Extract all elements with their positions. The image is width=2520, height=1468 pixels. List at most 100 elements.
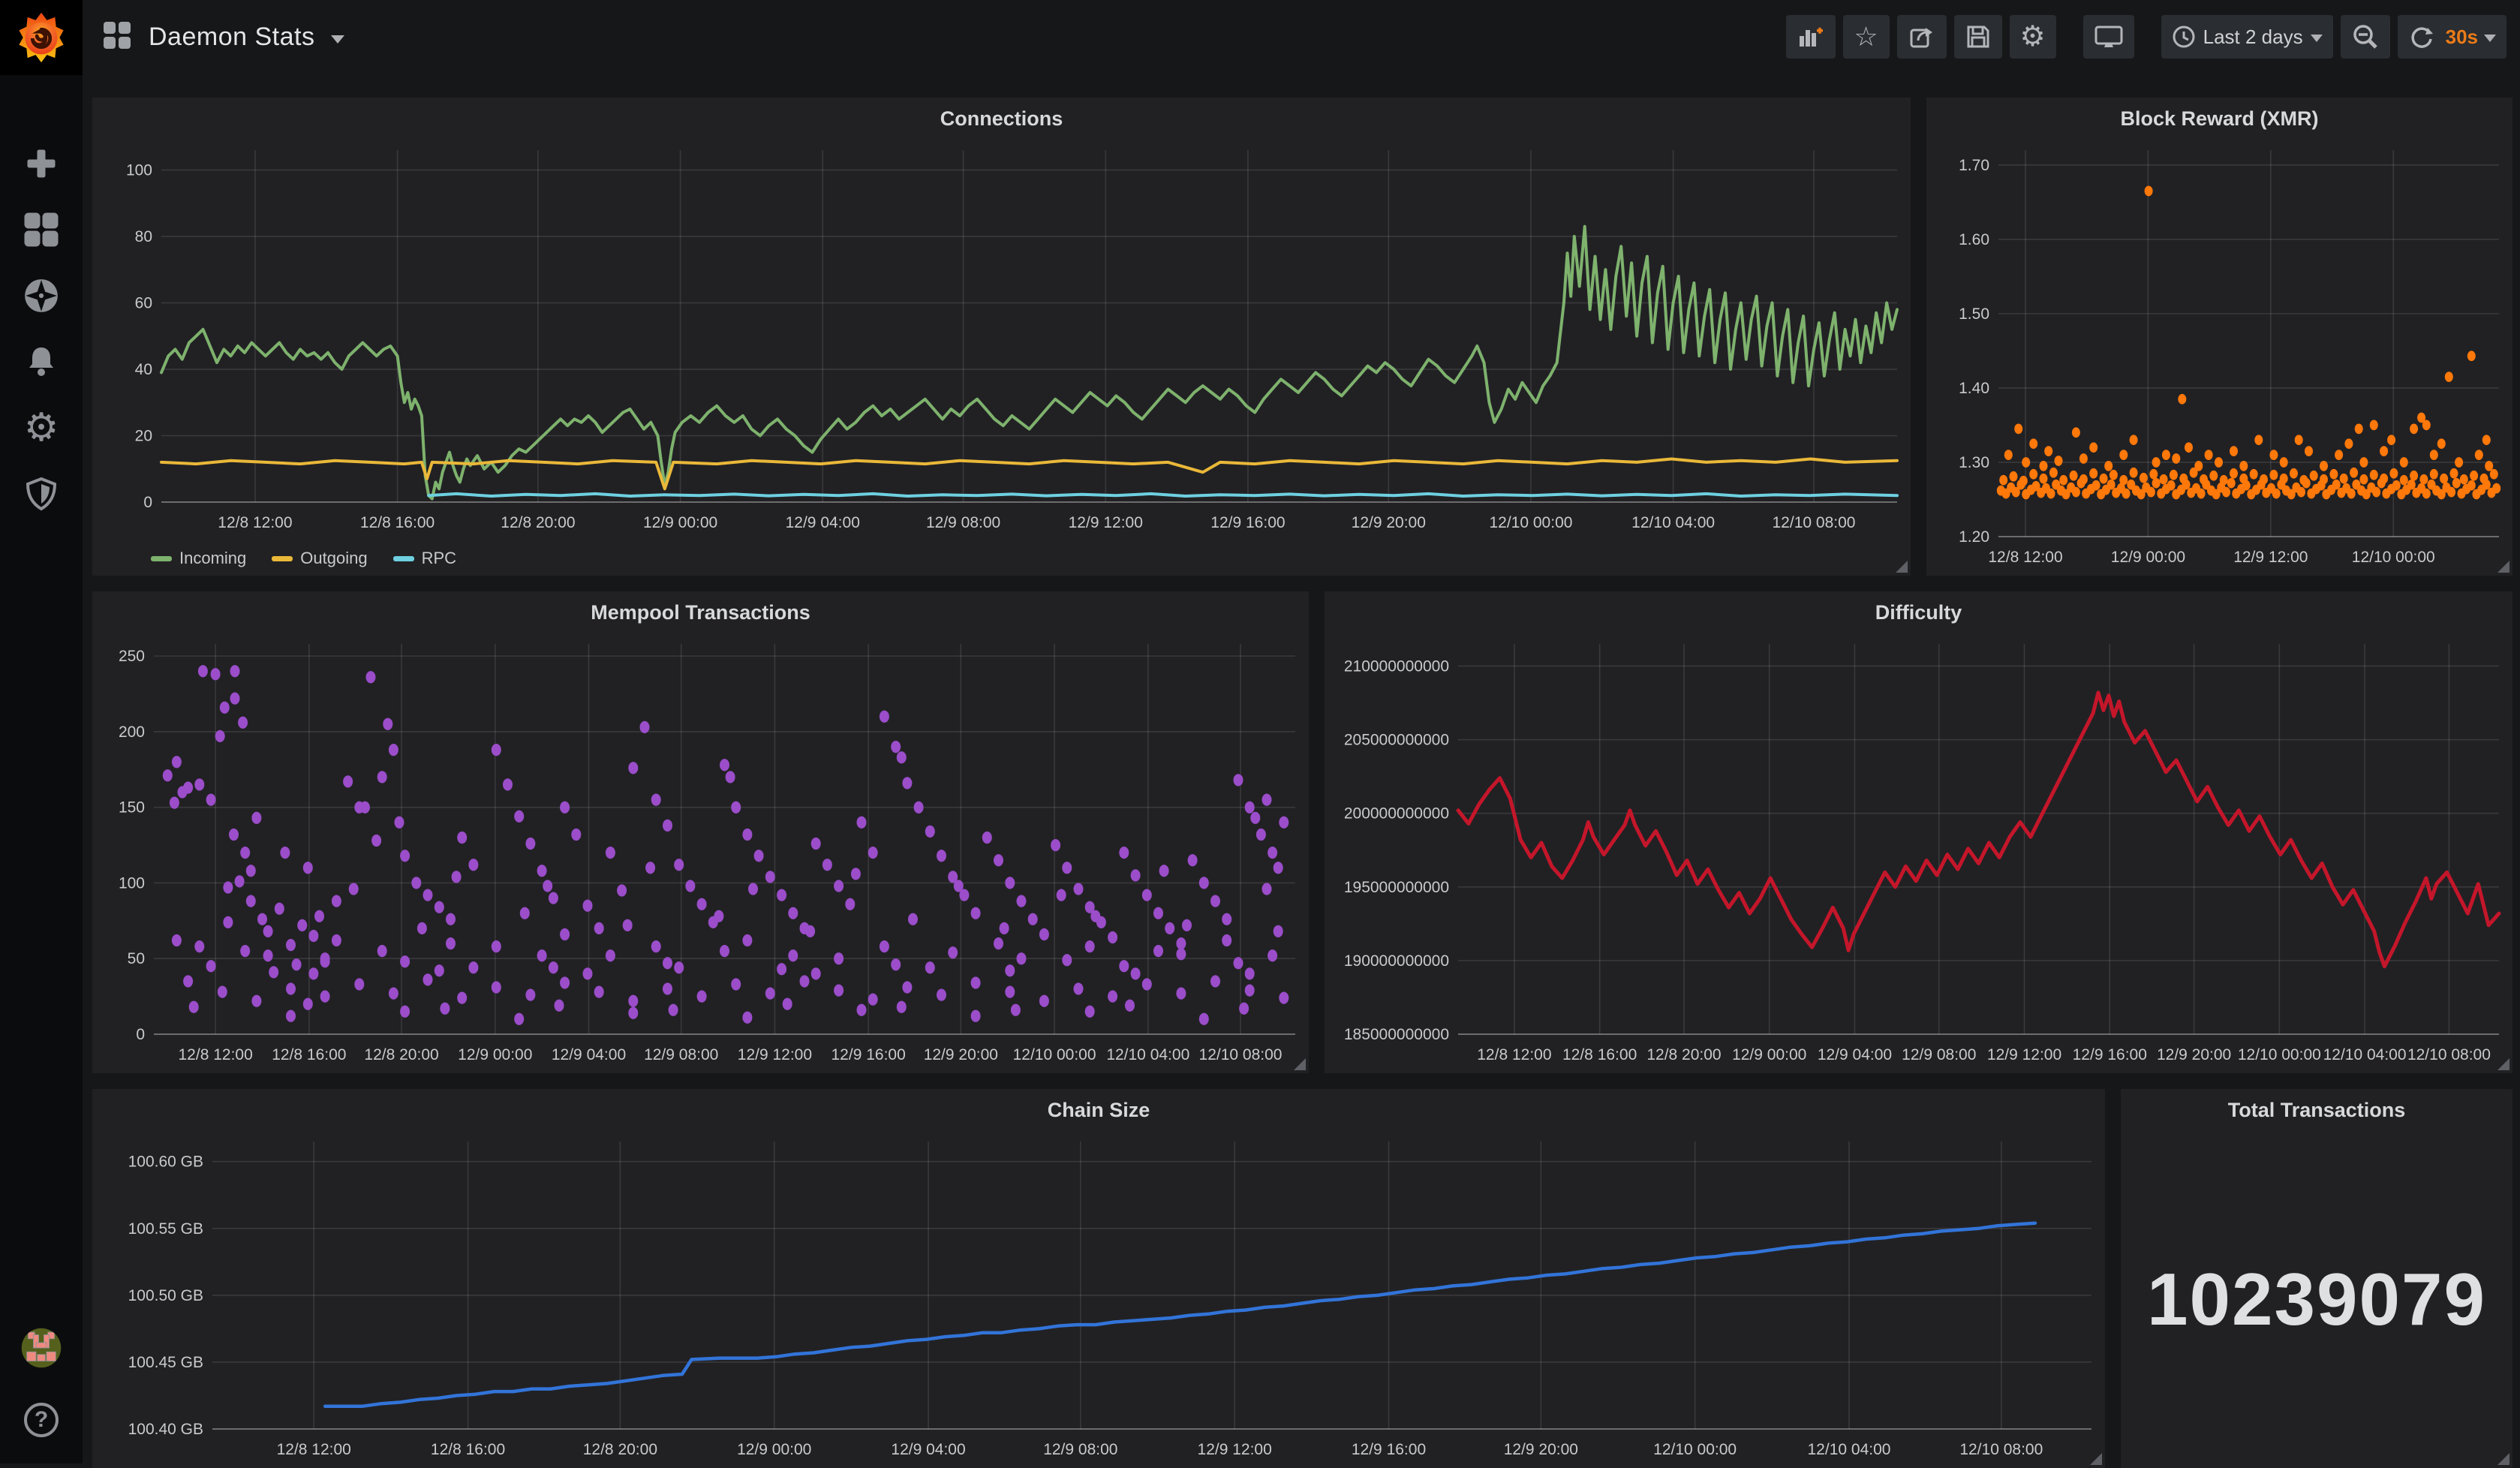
dashboard-toolbar: ☆ ⚙ (1786, 15, 2506, 59)
sidebar-configuration-button[interactable]: ⚙ (20, 407, 62, 449)
user-avatar[interactable] (20, 1327, 62, 1369)
dashboard-title-button[interactable]: Daemon Stats (102, 20, 344, 54)
svg-text:12/9 20:00: 12/9 20:00 (1352, 514, 1426, 531)
grafana-logo[interactable] (0, 0, 83, 75)
svg-text:60: 60 (135, 295, 152, 312)
difficulty-chart[interactable]: 1850000000001900000000001950000000002000… (1325, 633, 2512, 1073)
panel-difficulty: Difficulty 18500000000019000000000019500… (1325, 591, 2512, 1073)
sidebar-dashboards-button[interactable] (20, 209, 62, 251)
dashboards-grid-icon (23, 212, 59, 248)
refresh-picker[interactable]: 30s (2398, 15, 2506, 59)
svg-text:12/10 00:00: 12/10 00:00 (1489, 514, 1572, 531)
svg-text:50: 50 (128, 950, 145, 967)
svg-text:12/10 04:00: 12/10 04:00 (1106, 1046, 1189, 1063)
svg-text:12/8 20:00: 12/8 20:00 (583, 1441, 657, 1458)
svg-text:12/8 12:00: 12/8 12:00 (277, 1441, 351, 1458)
svg-text:12/9 00:00: 12/9 00:00 (2111, 549, 2185, 566)
dashboard-settings-button[interactable]: ⚙ (2010, 15, 2056, 59)
panel-title-mempool[interactable]: Mempool Transactions (92, 591, 1309, 633)
svg-text:12/10 04:00: 12/10 04:00 (2323, 1046, 2407, 1063)
svg-text:12/10 00:00: 12/10 00:00 (2238, 1046, 2321, 1063)
sidebar-explore-button[interactable] (20, 275, 62, 317)
star-icon: ☆ (1854, 23, 1878, 50)
gear-icon: ⚙ (24, 408, 59, 447)
add-panel-button[interactable] (1786, 15, 1836, 59)
svg-text:12/8 20:00: 12/8 20:00 (1646, 1046, 1721, 1063)
panel-title-total-transactions[interactable]: Total Transactions (2121, 1089, 2512, 1131)
svg-text:12/8 12:00: 12/8 12:00 (218, 514, 292, 531)
cycle-view-mode-button[interactable] (2083, 15, 2134, 59)
share-icon (1908, 23, 1936, 51)
connections-chart[interactable]: 02040608010012/8 12:0012/8 16:0012/8 20:… (92, 140, 1911, 541)
panel-resize-handle[interactable] (1294, 1058, 1306, 1070)
svg-text:100: 100 (119, 874, 145, 892)
tv-monitor-icon (2094, 22, 2124, 52)
svg-text:12/9 12:00: 12/9 12:00 (1198, 1441, 1272, 1458)
shield-icon (23, 476, 59, 512)
svg-text:1.60: 1.60 (1959, 231, 1989, 248)
mempool-chart[interactable]: 05010015020025012/8 12:0012/8 16:0012/8 … (92, 633, 1309, 1073)
panel-resize-handle[interactable] (1896, 561, 1908, 573)
legend-item-outgoing[interactable]: Outgoing (272, 549, 367, 568)
svg-text:12/10 04:00: 12/10 04:00 (1808, 1441, 1891, 1458)
svg-text:210000000000: 210000000000 (1344, 657, 1449, 675)
svg-text:12/9 00:00: 12/9 00:00 (643, 514, 717, 531)
svg-text:12/8 20:00: 12/8 20:00 (501, 514, 575, 531)
svg-text:12/9 16:00: 12/9 16:00 (1352, 1441, 1426, 1458)
svg-text:12/8 16:00: 12/8 16:00 (431, 1441, 505, 1458)
svg-text:12/10 08:00: 12/10 08:00 (1199, 1046, 1283, 1063)
sidebar-server-admin-button[interactable] (20, 473, 62, 515)
time-range-picker[interactable]: Last 2 days (2161, 15, 2333, 59)
panel-connections: Connections 02040608010012/8 12:0012/8 1… (92, 98, 1911, 576)
total-transactions-value: 10239079 (2121, 1131, 2512, 1468)
zoom-out-time-button[interactable] (2341, 15, 2390, 59)
chain-size-chart[interactable]: 100.40 GB100.45 GB100.50 GB100.55 GB100.… (92, 1131, 2105, 1468)
svg-text:205000000000: 205000000000 (1344, 732, 1449, 749)
panel-title-difficulty[interactable]: Difficulty (1325, 591, 2512, 633)
star-dashboard-button[interactable]: ☆ (1843, 15, 1890, 59)
panel-title-chain-size[interactable]: Chain Size (92, 1089, 2105, 1131)
save-dashboard-button[interactable] (1954, 15, 2002, 59)
help-button[interactable]: ? (20, 1399, 62, 1441)
svg-text:12/9 12:00: 12/9 12:00 (738, 1046, 812, 1063)
svg-text:12/10 08:00: 12/10 08:00 (1959, 1441, 2043, 1458)
svg-text:12/8 12:00: 12/8 12:00 (179, 1046, 253, 1063)
svg-text:1.30: 1.30 (1959, 454, 1989, 471)
panel-resize-handle[interactable] (2497, 561, 2509, 573)
compass-icon (23, 277, 60, 314)
svg-text:12/9 04:00: 12/9 04:00 (1818, 1046, 1892, 1063)
chevron-down-icon (2484, 35, 2496, 42)
legend-item-rpc[interactable]: RPC (393, 549, 456, 568)
svg-text:12/10 00:00: 12/10 00:00 (2352, 549, 2435, 566)
connections-legend: Incoming Outgoing RPC (92, 541, 1911, 576)
clock-icon (2172, 25, 2196, 49)
svg-text:250: 250 (119, 648, 145, 665)
panel-resize-handle[interactable] (2497, 1058, 2509, 1070)
svg-text:185000000000: 185000000000 (1344, 1026, 1449, 1043)
gear-icon: ⚙ (2020, 23, 2046, 51)
plus-icon (25, 147, 58, 180)
svg-text:12/8 12:00: 12/8 12:00 (1477, 1046, 1551, 1063)
sidebar-create-button[interactable] (20, 143, 62, 185)
grafana-flame-icon (14, 10, 69, 65)
block-reward-chart[interactable]: 1.201.301.401.501.601.7012/8 12:0012/9 0… (1926, 140, 2512, 576)
share-dashboard-button[interactable] (1897, 15, 1947, 59)
svg-text:40: 40 (135, 361, 152, 378)
svg-text:12/9 04:00: 12/9 04:00 (891, 1441, 965, 1458)
add-panel-icon (1797, 23, 1825, 51)
svg-text:12/10 00:00: 12/10 00:00 (1653, 1441, 1737, 1458)
svg-text:100.50 GB: 100.50 GB (128, 1287, 203, 1304)
legend-swatch-icon (272, 556, 293, 561)
svg-text:200: 200 (119, 723, 145, 741)
panel-title-connections[interactable]: Connections (92, 98, 1911, 140)
page-title: Daemon Stats (149, 23, 314, 52)
sidebar-alerting-button[interactable] (20, 341, 62, 383)
side-menu: ⚙ ? (0, 0, 83, 1463)
svg-text:12/9 08:00: 12/9 08:00 (926, 514, 1000, 531)
svg-text:12/9 20:00: 12/9 20:00 (924, 1046, 998, 1063)
svg-text:12/10 04:00: 12/10 04:00 (1631, 514, 1715, 531)
chevron-down-icon (331, 35, 344, 44)
svg-text:12/10 00:00: 12/10 00:00 (1013, 1046, 1096, 1063)
panel-title-block-reward[interactable]: Block Reward (XMR) (1926, 98, 2512, 140)
legend-item-incoming[interactable]: Incoming (151, 549, 246, 568)
